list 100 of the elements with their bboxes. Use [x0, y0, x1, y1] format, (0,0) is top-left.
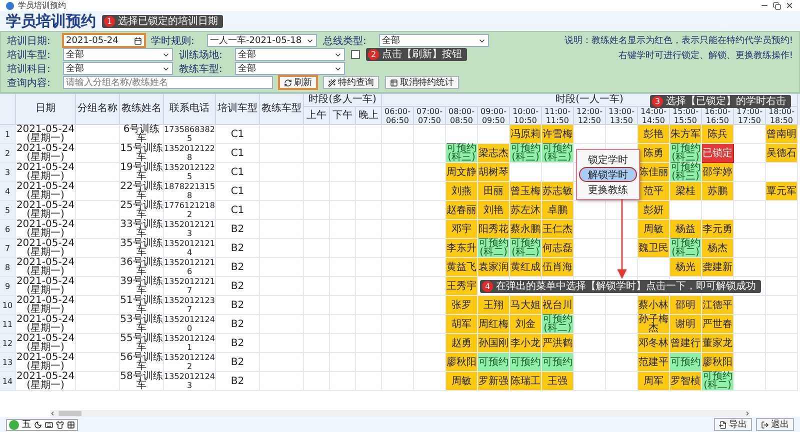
- row-number: 14: [0, 372, 16, 391]
- coach-cell: 22号训练车: [120, 182, 164, 201]
- step-number: 3: [652, 96, 663, 107]
- field-label: 总线类型:: [323, 34, 368, 48]
- car-type-cell: B2: [216, 315, 260, 334]
- column-header: 培训车型: [216, 94, 260, 125]
- coach-cell: 36号训练车: [120, 258, 164, 277]
- coach-cell: 25号训练车: [120, 201, 164, 220]
- phone-cell: 13520121241: [164, 334, 216, 353]
- row-number: 5: [0, 201, 16, 220]
- row-number: 12: [0, 334, 16, 353]
- coach-cell: 56号训练车: [120, 353, 164, 372]
- column-header: 晚上: [356, 107, 382, 125]
- phone-cell: 13520121228: [164, 144, 216, 163]
- car-type-cell: B2: [216, 296, 260, 315]
- field-label: 培训日期:: [7, 34, 52, 48]
- phone-cell: 13520121217: [164, 277, 216, 296]
- row-number: 6: [0, 220, 16, 239]
- date-cell: 2021-05-24(星期一): [16, 277, 76, 296]
- field-label: 查询内容:: [7, 76, 52, 90]
- phone-cell: 13520121243: [164, 372, 216, 391]
- phone-cell: 18782213158: [164, 182, 216, 201]
- coach-cell: 51号训练车: [120, 296, 164, 315]
- car-type-cell: C1: [216, 163, 260, 182]
- date-cell: 2021-05-24(星期一): [16, 144, 76, 163]
- coach-cell: 55号训练车: [120, 334, 164, 353]
- page-title: 学员培训预约: [6, 12, 96, 30]
- step-number: 2: [368, 49, 379, 60]
- coach-cell: 58号训练车: [120, 372, 164, 391]
- row-number: 1: [0, 125, 16, 144]
- column-header: 联系电话: [164, 94, 216, 125]
- car-type-cell: B2: [216, 220, 260, 239]
- phone-cell: 13520121213: [164, 220, 216, 239]
- help-note: 说明：教练姓名显示为红色，表示只能在特约代学员预约!: [564, 34, 793, 47]
- phone-cell: 13520121216: [164, 258, 216, 277]
- car-type-cell: B2: [216, 372, 260, 391]
- coach-cell: 53号训练车: [120, 315, 164, 334]
- column-header: 教练姓名: [120, 94, 164, 125]
- date-cell: 2021-05-24(星期一): [16, 353, 76, 372]
- car-type-cell: C1: [216, 144, 260, 163]
- phone-cell: 13520121214: [164, 239, 216, 258]
- phone-cell: 17761212182: [164, 201, 216, 220]
- coach-cell: 6号训练车: [120, 125, 164, 144]
- date-cell: 2021-05-24(星期一): [16, 182, 76, 201]
- car-type-cell: B2: [216, 334, 260, 353]
- field-label: 学时规则:: [151, 34, 196, 48]
- date-cell: 2021-05-24(星期一): [16, 163, 76, 182]
- date-cell: 2021-05-24(星期一): [16, 220, 76, 239]
- car-type-cell: B2: [216, 239, 260, 258]
- column-header: 下午: [330, 107, 356, 125]
- phone-cell: 13520121240: [164, 315, 216, 334]
- coach-cell: 39号训练车: [120, 277, 164, 296]
- column-header: 教练车型: [260, 94, 304, 125]
- row-number: 3: [0, 163, 16, 182]
- car-type-cell: B2: [216, 258, 260, 277]
- date-cell: 2021-05-24(星期一): [16, 239, 76, 258]
- coach-cell: 19号训练车: [120, 163, 164, 182]
- row-number: 10: [0, 296, 16, 315]
- ime-mode: 五: [22, 419, 31, 431]
- row-number: 2: [0, 144, 16, 163]
- field-label: 培训科目:: [7, 62, 52, 76]
- date-cell: 2021-05-24(星期一): [16, 258, 76, 277]
- field-label: 培训车型:: [7, 48, 52, 62]
- date-cell: 2021-05-24(星期一): [16, 296, 76, 315]
- row-number: 4: [0, 182, 16, 201]
- date-cell: 2021-05-24(星期一): [16, 372, 76, 391]
- phone-cell: 17358683825: [164, 125, 216, 144]
- row-number: 13: [0, 353, 16, 372]
- car-type-cell: C1: [216, 125, 260, 144]
- car-type-cell: B2: [216, 277, 260, 296]
- coach-cell: 15号训练车: [120, 144, 164, 163]
- phone-cell: 13520121237: [164, 296, 216, 315]
- field-label: 训练场地:: [179, 48, 224, 62]
- car-type-cell: C1: [216, 201, 260, 220]
- step-number: 4: [482, 281, 493, 292]
- date-cell: 2021-05-24(星期一): [16, 315, 76, 334]
- help-note: 右键学时可进行锁定、解锁、更换教练操作!: [618, 50, 793, 62]
- callout-tooltip: 1 选择已锁定的培训日期: [102, 14, 223, 28]
- callout-tooltip: 4 在弹出的菜单中选择【解锁学时】点击一下，即可解锁成功: [480, 280, 761, 293]
- column-header: 分组名称: [76, 94, 120, 125]
- coach-cell: 35号训练车: [120, 239, 164, 258]
- step-number: 1: [104, 16, 115, 26]
- date-cell: 2021-05-24(星期一): [16, 201, 76, 220]
- car-type-cell: B2: [216, 353, 260, 372]
- phone-cell: 13520121242: [164, 353, 216, 372]
- column-header: 上午: [304, 107, 330, 125]
- row-number: 9: [0, 277, 16, 296]
- column-header: 日期: [16, 94, 76, 125]
- row-number: 11: [0, 315, 16, 334]
- row-number: 8: [0, 258, 16, 277]
- date-cell: 2021-05-24(星期一): [16, 334, 76, 353]
- row-number: 7: [0, 239, 16, 258]
- callout-tooltip: 2 点击【刷新】按钮: [366, 48, 467, 61]
- window-title: 学员培训预约: [18, 0, 67, 11]
- coach-cell: 33号训练车: [120, 220, 164, 239]
- field-label: 教练车型:: [179, 62, 224, 76]
- callout-tooltip: 3 选择【已锁定】的学时右击: [650, 95, 791, 108]
- date-cell: 2021-05-24(星期一): [16, 125, 76, 144]
- phone-cell: 13520121225: [164, 163, 216, 182]
- car-type-cell: C1: [216, 182, 260, 201]
